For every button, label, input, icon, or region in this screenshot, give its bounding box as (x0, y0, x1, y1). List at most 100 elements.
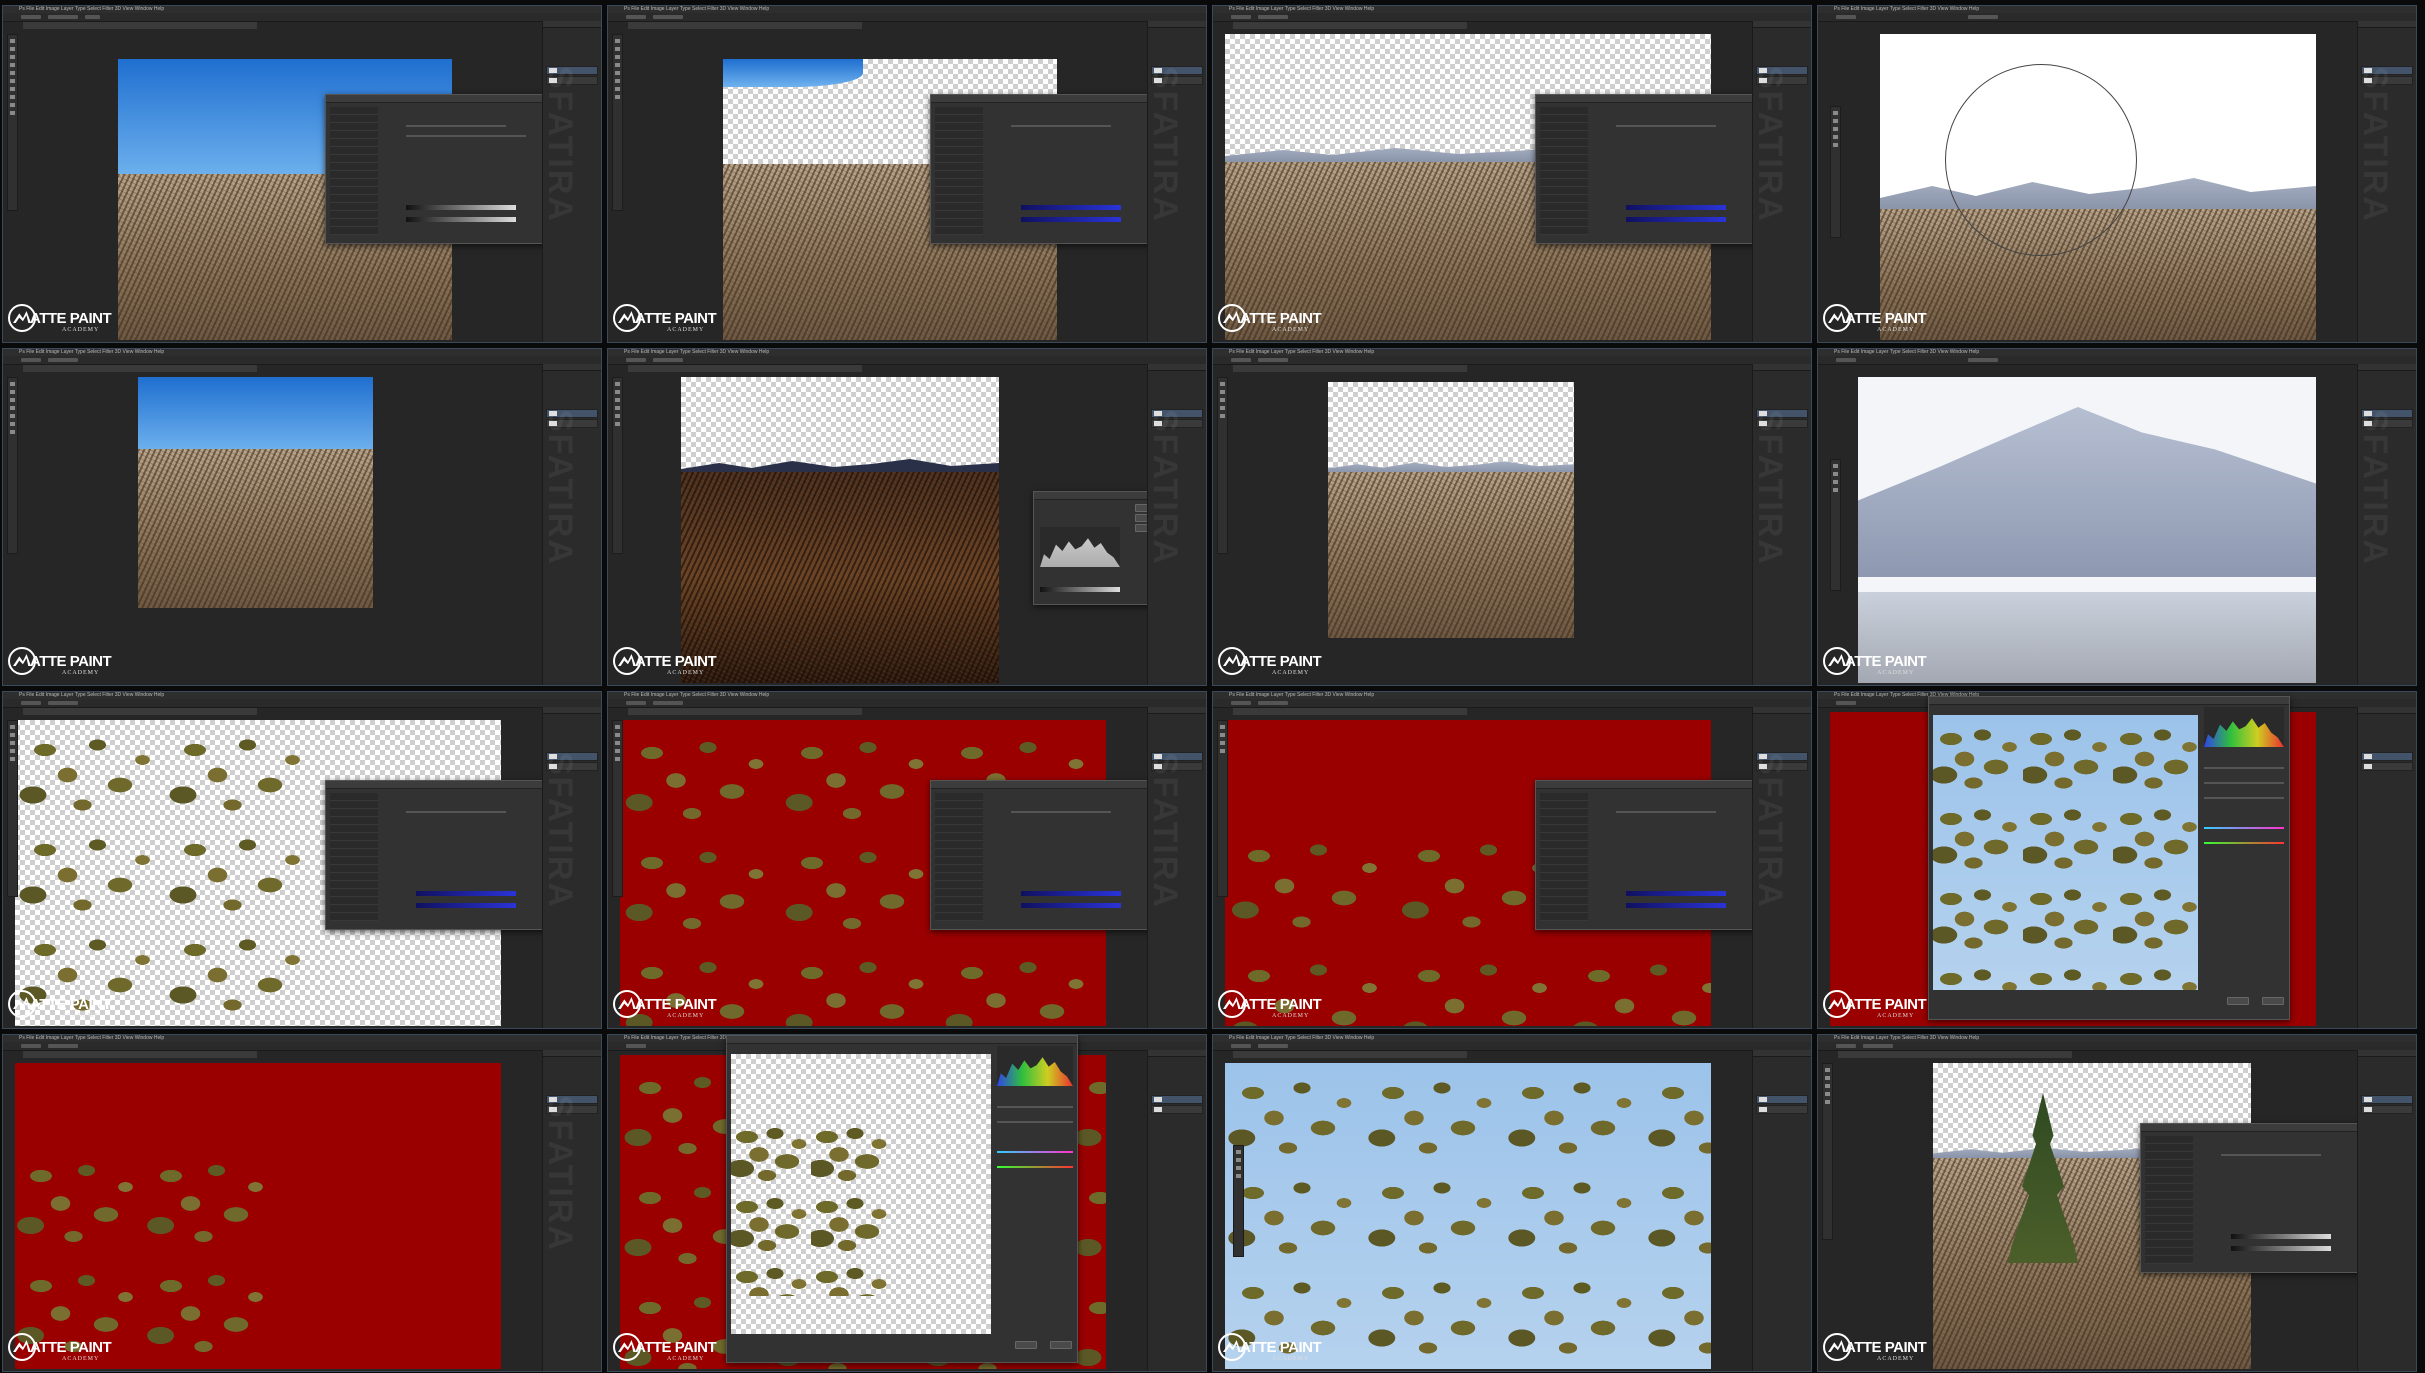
watermark: SFATIRA (1751, 66, 1789, 223)
matte-paint-logo: ATTE PAINT ACADEMY (8, 304, 138, 338)
matte-paint-logo: ATTE PAINT ACADEMY (1823, 304, 1953, 338)
menu-bar: Ps File Edit Image Layer Type Select Fil… (1213, 1035, 1811, 1042)
document-tab[interactable] (628, 708, 862, 715)
layers-panel[interactable] (1147, 1050, 1206, 1371)
watermark: SFATIRA (541, 409, 579, 566)
toolbar[interactable] (612, 377, 623, 554)
layer-style-dialog[interactable] (2140, 1123, 2388, 1273)
layers-panel[interactable] (1752, 1050, 1811, 1371)
thumbnail-16: Ps File Edit Image Layer Type Select Fil… (1817, 1034, 2417, 1372)
layer-style-dialog[interactable] (1535, 94, 1783, 244)
layer-style-dialog[interactable] (325, 94, 573, 244)
toolbar[interactable] (1830, 459, 1841, 591)
watermark: SFATIRA (1146, 752, 1184, 909)
menu-bar: Ps File Edit Image Layer Type Select Fil… (1818, 349, 2416, 356)
toolbar[interactable] (7, 720, 18, 897)
options-bar (1818, 13, 2416, 22)
document-tab[interactable] (628, 365, 862, 372)
document-tab[interactable] (1233, 22, 1467, 29)
camera-raw-dialog[interactable] (726, 1035, 1078, 1363)
watermark: SFATIRA (1146, 409, 1184, 566)
matte-paint-logo: ATTE PAINT ACADEMY (613, 990, 743, 1024)
menu-bar: Ps File Edit Image Layer Type Select Fil… (1213, 6, 1811, 13)
matte-paint-logo: ATTE PAINT ACADEMY (1823, 1333, 1953, 1367)
thumbnail-2: Ps File Edit Image Layer Type Select Fil… (607, 5, 1207, 343)
toolbar[interactable] (7, 377, 18, 554)
matte-paint-logo: ATTE PAINT ACADEMY (1218, 647, 1348, 681)
thumbnail-10: Ps File Edit Image Layer Type Select Fil… (607, 691, 1207, 1029)
thumbnail-3: Ps File Edit Image Layer Type Select Fil… (1212, 5, 1812, 343)
document-tab[interactable] (1838, 1051, 2072, 1058)
menu-bar: Ps File Edit Image Layer Type Select Fil… (608, 349, 1206, 356)
layers-panel[interactable] (2357, 1050, 2416, 1371)
watermark: SFATIRA (1751, 752, 1789, 909)
watermark: SFATIRA (541, 66, 579, 223)
matte-paint-logo: ATTE PAINT ACADEMY (1218, 1333, 1348, 1367)
thumbnail-13: Ps File Edit Image Layer Type Select Fil… (2, 1034, 602, 1372)
watermark: SFATIRA (541, 752, 579, 909)
toolbar[interactable] (7, 34, 18, 211)
options-bar (1213, 699, 1811, 708)
camera-raw-dialog[interactable] (1928, 696, 2290, 1020)
watermark: SFATIRA (1146, 66, 1184, 223)
canvas-image (1858, 377, 2316, 683)
toolbar[interactable] (1830, 106, 1841, 238)
layer-style-dialog[interactable] (1535, 780, 1783, 930)
watermark: SFATIRA (2356, 66, 2394, 223)
matte-paint-logo: ATTE PAINT ACADEMY (8, 990, 138, 1024)
toolbar[interactable] (1822, 1063, 1833, 1240)
document-tab[interactable] (23, 1051, 257, 1058)
canvas-image (1328, 382, 1574, 638)
options-bar (3, 1042, 601, 1051)
thumbnail-1: Ps File Edit Image Layer Type Select Fil… (2, 5, 602, 343)
toolbar[interactable] (1233, 1145, 1244, 1257)
canvas-image (681, 377, 999, 683)
options-bar (3, 13, 601, 22)
document-tab[interactable] (1233, 365, 1467, 372)
layer-style-dialog[interactable] (325, 780, 573, 930)
thumbnail-5: Ps File Edit Image Layer Type Select Fil… (2, 348, 602, 686)
layers-panel[interactable] (2357, 707, 2416, 1028)
matte-paint-logo: ATTE PAINT ACADEMY (1218, 304, 1348, 338)
toolbar[interactable] (1217, 720, 1228, 897)
canvas-image (1880, 34, 2316, 340)
watermark: SFATIRA (1751, 409, 1789, 566)
levels-dialog[interactable] (1033, 491, 1163, 605)
layer-style-dialog[interactable] (930, 94, 1178, 244)
canvas-image (1225, 1063, 1711, 1369)
menu-bar: Ps File Edit Image Layer Type Select Fil… (1213, 692, 1811, 699)
options-bar (1818, 1042, 2416, 1051)
options-bar (3, 356, 601, 365)
toolbar[interactable] (612, 34, 623, 211)
toolbar[interactable] (1217, 377, 1228, 554)
options-bar (1818, 356, 2416, 365)
document-tab[interactable] (23, 22, 257, 29)
thumbnail-14: Ps File Edit Image Layer Type Select Fil… (607, 1034, 1207, 1372)
matte-paint-logo: ATTE PAINT ACADEMY (613, 647, 743, 681)
menu-bar: Ps File Edit Image Layer Type Select Fil… (3, 6, 601, 13)
matte-paint-logo: ATTE PAINT ACADEMY (8, 647, 138, 681)
matte-paint-logo: ATTE PAINT ACADEMY (1218, 990, 1348, 1024)
matte-paint-logo: ATTE PAINT ACADEMY (8, 1333, 138, 1367)
watermark: SFATIRA (2356, 409, 2394, 566)
document-tab[interactable] (23, 708, 257, 715)
thumbnail-6: Ps File Edit Image Layer Type Select Fil… (607, 348, 1207, 686)
document-tab[interactable] (23, 365, 257, 372)
thumbnail-9: Ps File Edit Image Layer Type Select Fil… (2, 691, 602, 1029)
menu-bar: Ps File Edit Image Layer Type Select Fil… (1818, 1035, 2416, 1042)
document-tab[interactable] (1233, 708, 1467, 715)
document-tab[interactable] (1233, 1051, 1467, 1058)
brush-cursor (1945, 64, 2137, 256)
menu-bar: Ps File Edit Image Layer Type Select Fil… (3, 1035, 601, 1042)
options-bar (1213, 356, 1811, 365)
options-bar (608, 356, 1206, 365)
matte-paint-logo: ATTE PAINT ACADEMY (613, 1333, 743, 1367)
layer-style-dialog[interactable] (930, 780, 1178, 930)
options-bar (608, 13, 1206, 22)
canvas-image (138, 377, 373, 608)
menu-bar: Ps File Edit Image Layer Type Select Fil… (3, 692, 601, 699)
options-bar (1213, 1042, 1811, 1051)
toolbar[interactable] (612, 720, 623, 897)
document-tab[interactable] (628, 22, 862, 29)
options-bar (3, 699, 601, 708)
